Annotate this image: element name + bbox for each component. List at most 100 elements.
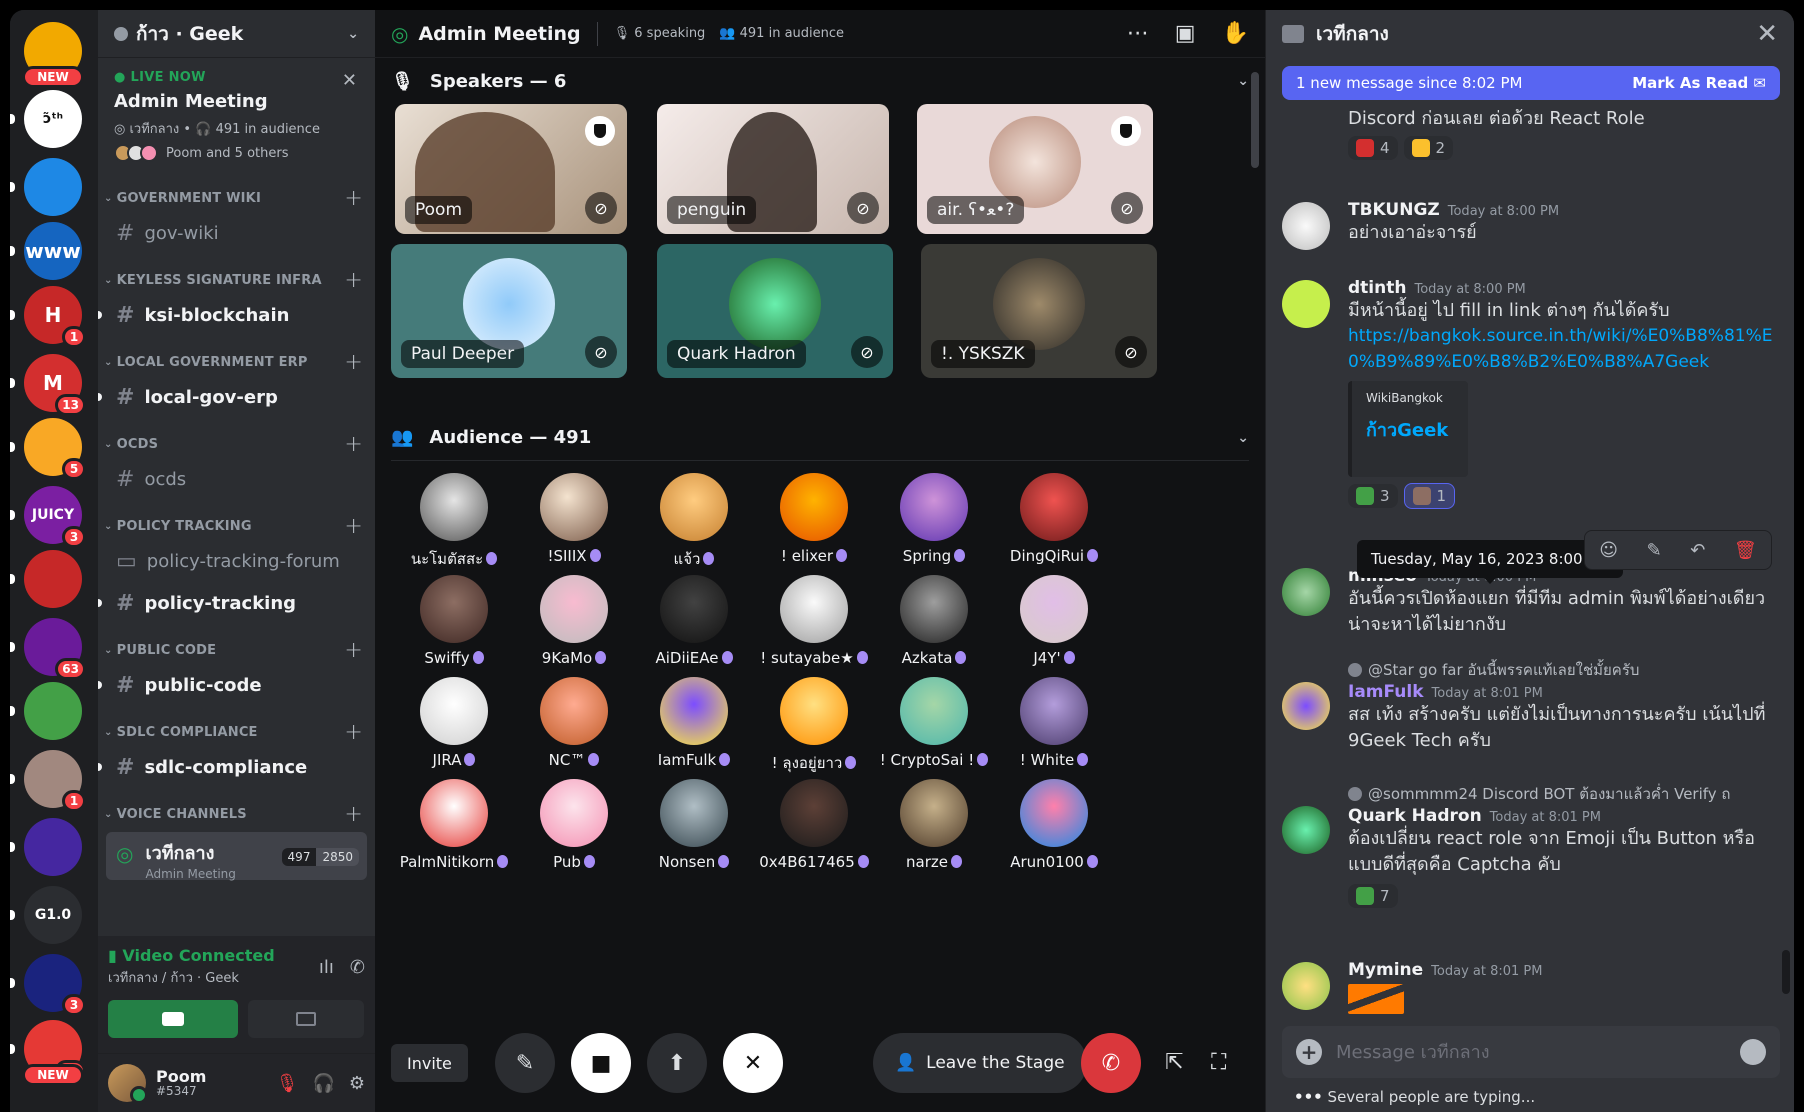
- server-icon[interactable]: [24, 550, 82, 608]
- link-embed[interactable]: WikiBangkok ก้าวGeek: [1348, 381, 1468, 478]
- add-channel-icon[interactable]: +: [344, 514, 363, 539]
- message-link[interactable]: https://bangkok.source.in.th/wiki/%E0%B8…: [1348, 324, 1780, 375]
- reply-reference[interactable]: @sommmm24 Discord BOT ต้องมาแล้วค่ำ Veri…: [1348, 782, 1780, 806]
- screen-share-button[interactable]: ⬆: [647, 1033, 707, 1093]
- add-attachment-icon[interactable]: +: [1296, 1039, 1322, 1065]
- chevron-down-icon[interactable]: ⌄: [1237, 430, 1249, 446]
- audience-member[interactable]: 9KaMo: [511, 575, 637, 667]
- message-timestamp[interactable]: Today at 8:00 PM: [1414, 282, 1525, 297]
- message-timestamp[interactable]: Today at 8:01 PM: [1490, 810, 1601, 825]
- message[interactable]: TBKUNGZ Today at 8:00 PM อย่างเอาอ่ะจารย์: [1282, 200, 1780, 250]
- speakers-section-header[interactable]: 🎙 Speakers — 6 ⌄: [375, 58, 1265, 104]
- reaction[interactable]: 3: [1348, 484, 1398, 509]
- popout-icon[interactable]: ⇱: [1165, 1050, 1183, 1075]
- disconnect-button[interactable]: ✆: [1081, 1033, 1141, 1093]
- scrollbar[interactable]: [1782, 950, 1790, 994]
- add-channel-icon[interactable]: +: [344, 268, 363, 293]
- channel-gov-wiki[interactable]: # gov-wiki: [106, 214, 367, 252]
- speaker-tile[interactable]: air. ʕ•ﻌ•? ⊘: [917, 104, 1153, 234]
- audience-member[interactable]: AiDiiEAe: [631, 575, 757, 667]
- audience-member[interactable]: Arun0100: [991, 779, 1117, 871]
- server-icon[interactable]: JUICY 3: [24, 486, 86, 548]
- server-icon[interactable]: NEW: [22, 22, 84, 88]
- add-channel-icon[interactable]: +: [344, 350, 363, 375]
- server-icon[interactable]: [24, 818, 82, 876]
- message-timestamp[interactable]: Today at 8:00 PM: [1448, 204, 1559, 219]
- audience-member[interactable]: IamFulk: [631, 677, 757, 769]
- reaction[interactable]: 4: [1348, 136, 1398, 161]
- channel-public-code[interactable]: # public-code: [98, 666, 367, 704]
- avatar[interactable]: [1282, 682, 1330, 730]
- close-icon[interactable]: ✕: [1756, 19, 1778, 49]
- server-header[interactable]: ก้าว · Geek ⌄: [98, 10, 375, 58]
- move-to-audience-button[interactable]: ✎: [495, 1033, 555, 1093]
- gear-icon[interactable]: ⚙: [349, 1073, 365, 1094]
- live-now-card[interactable]: ● LIVE NOW ✕ Admin Meeting ◎ เวทีกลาง • …: [98, 58, 375, 170]
- message-author[interactable]: Quark Hadron: [1348, 806, 1482, 826]
- server-icon[interactable]: 1: [24, 750, 86, 812]
- message-partial[interactable]: Discord ก่อนเลย ต่อด้วย React Role 4 2: [1282, 106, 1780, 161]
- speaker-tile[interactable]: Quark Hadron ⊘: [657, 244, 893, 378]
- audience-member[interactable]: Azkata: [871, 575, 997, 667]
- headphones-icon[interactable]: 🎧: [312, 1073, 334, 1094]
- category-header[interactable]: ⌄ LOCAL GOVERNMENT ERP +: [98, 350, 375, 375]
- avatar[interactable]: [108, 1064, 148, 1104]
- server-icon[interactable]: 63: [24, 618, 86, 680]
- avatar[interactable]: [1282, 280, 1330, 328]
- add-channel-icon[interactable]: +: [344, 720, 363, 745]
- speaker-tile[interactable]: Poom ⊘: [395, 104, 627, 234]
- camera-button[interactable]: [108, 1000, 238, 1038]
- reaction[interactable]: 7: [1348, 884, 1398, 909]
- emoji-icon[interactable]: [1740, 1039, 1766, 1065]
- channel-local-gov-erp[interactable]: # local-gov-erp: [98, 378, 367, 416]
- server-icon[interactable]: ɔ̃ᵗʰ: [24, 90, 82, 148]
- reaction[interactable]: 2: [1403, 136, 1454, 161]
- add-reaction-icon[interactable]: ☺: [1599, 540, 1618, 561]
- category-header[interactable]: ⌄ POLICY TRACKING +: [98, 514, 375, 539]
- audience-member[interactable]: Pub: [511, 779, 637, 871]
- audience-member[interactable]: Spring: [871, 473, 997, 565]
- audience-member[interactable]: !SIIIX: [511, 473, 637, 565]
- reply-reference[interactable]: @Star go far อันนี้พรรคแท้เลยใช่มั้ยครับ: [1348, 658, 1780, 682]
- audience-member[interactable]: แจ้ว: [631, 473, 757, 571]
- server-icon[interactable]: 3: [24, 954, 86, 1016]
- screen-share-button[interactable]: [248, 1000, 364, 1038]
- channel-ksi-blockchain[interactable]: # ksi-blockchain: [98, 296, 367, 334]
- embed-title[interactable]: ก้าวGeek: [1366, 415, 1454, 444]
- new-messages-bar[interactable]: 1 new message since 8:02 PM Mark As Read…: [1282, 66, 1780, 100]
- add-channel-icon[interactable]: +: [344, 802, 363, 827]
- server-icon[interactable]: G1.0: [24, 886, 82, 944]
- audience-member[interactable]: ! elixer: [751, 473, 877, 565]
- audience-member[interactable]: Nonsen: [631, 779, 757, 871]
- audience-member[interactable]: narze: [871, 779, 997, 871]
- avatar[interactable]: [1282, 962, 1330, 1010]
- noise-suppression-icon[interactable]: ılı: [319, 957, 334, 978]
- avatar[interactable]: [1282, 568, 1330, 616]
- chevron-down-icon[interactable]: ⌄: [1237, 73, 1249, 89]
- message-input[interactable]: [1336, 1041, 1740, 1063]
- message[interactable]: dtinth Today at 8:00 PM มีหน้านี้อยู่ ไป f…: [1282, 278, 1780, 510]
- audience-member[interactable]: ! sutayabe★: [751, 575, 877, 667]
- speaker-tile[interactable]: !. YSKSZK ⊘: [921, 244, 1157, 378]
- channel-sdlc-compliance[interactable]: # sdlc-compliance: [98, 748, 367, 786]
- popout-icon[interactable]: ▣: [1175, 21, 1196, 46]
- category-header[interactable]: ⌄ SDLC COMPLIANCE +: [98, 720, 375, 745]
- audience-member[interactable]: ! ลุงอยู่ยาว: [751, 677, 877, 775]
- audience-member[interactable]: Swiffy: [391, 575, 517, 667]
- reply-icon[interactable]: ↶: [1690, 540, 1705, 561]
- audience-member[interactable]: ! CryptoSai !: [871, 677, 997, 769]
- add-channel-icon[interactable]: +: [344, 186, 363, 211]
- server-icon[interactable]: 10NEW: [22, 1020, 86, 1086]
- add-channel-icon[interactable]: +: [344, 432, 363, 457]
- message[interactable]: Mymine Today at 8:01 PM: [1282, 960, 1780, 1014]
- delete-icon[interactable]: 🗑: [1734, 540, 1757, 561]
- server-icon[interactable]: 5: [24, 418, 86, 480]
- message[interactable]: @sommmm24 Discord BOT ต้องมาแล้วค่ำ Veri…: [1282, 782, 1780, 909]
- channel-policy-tracking-forum[interactable]: ▭ policy-tracking-forum: [106, 542, 367, 580]
- server-icon[interactable]: www: [24, 222, 82, 280]
- invite-button[interactable]: Invite: [391, 1044, 468, 1082]
- category-header[interactable]: ⌄ KEYLESS SIGNATURE INFRA +: [98, 268, 375, 293]
- mute-button[interactable]: ✕: [723, 1033, 783, 1093]
- mark-as-read-button[interactable]: Mark As Read ✉: [1632, 74, 1766, 92]
- avatar[interactable]: [1282, 806, 1330, 854]
